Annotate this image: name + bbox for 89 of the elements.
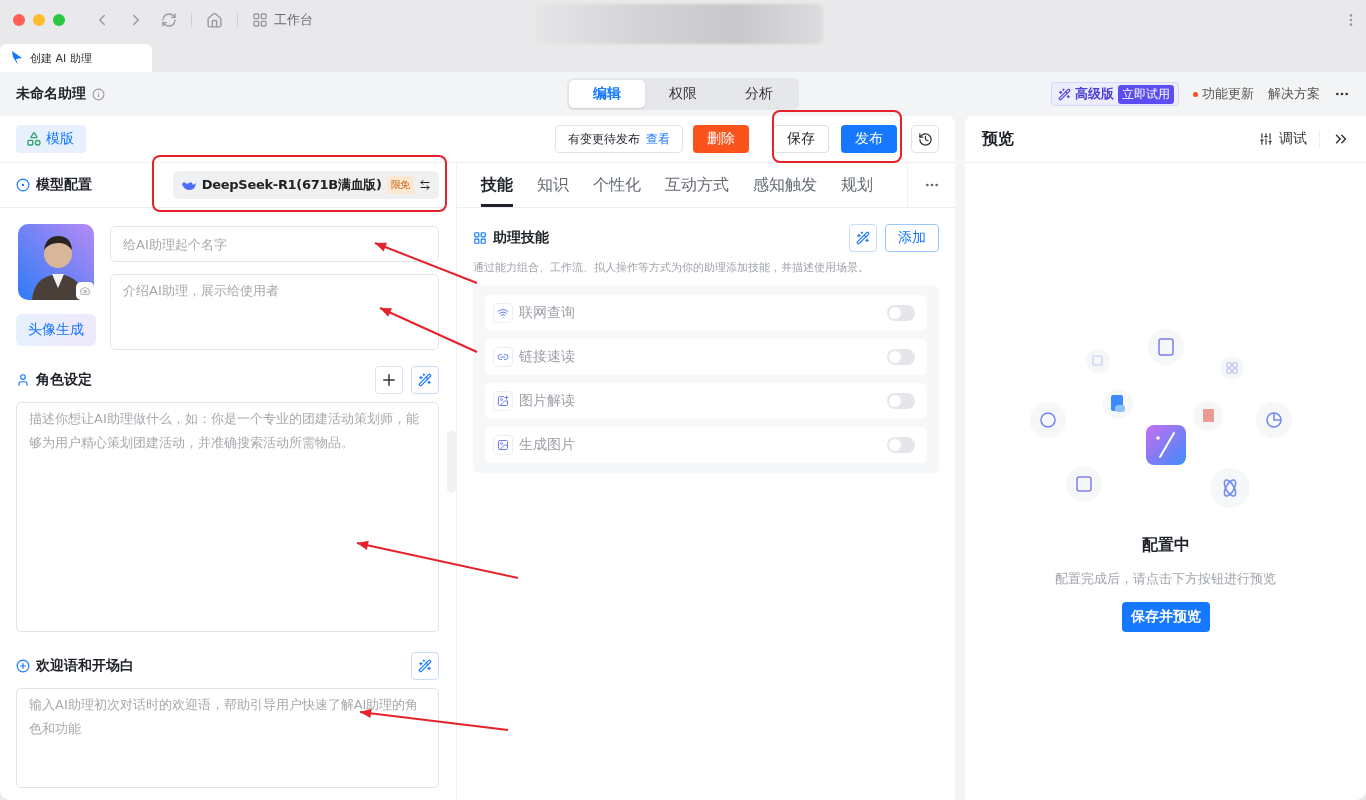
- tab-title: 创建 AI 助理: [30, 50, 92, 66]
- plus-icon: [380, 371, 398, 389]
- browser-tab[interactable]: 创建 AI 助理: [0, 44, 152, 72]
- skills-icon: [473, 231, 487, 245]
- link-icon: [493, 347, 513, 367]
- workbench-link[interactable]: 工作台: [274, 11, 313, 29]
- free-badge: 限免: [386, 176, 414, 194]
- history-icon: [917, 131, 933, 147]
- switch-icon: [419, 179, 431, 191]
- plus-circle-icon: [16, 659, 30, 673]
- view-link[interactable]: 查看: [646, 130, 670, 148]
- app-logo-icon: [12, 51, 22, 65]
- header-link[interactable]: 解决方案: [1268, 85, 1320, 103]
- skill-toggle[interactable]: [887, 437, 915, 453]
- assistant-title: 未命名助理: [16, 85, 86, 103]
- publish-button[interactable]: 发布: [841, 125, 897, 153]
- config-tab[interactable]: 感知触发: [753, 163, 817, 207]
- section-title: 模型配置: [36, 176, 92, 194]
- reload-icon[interactable]: [161, 12, 177, 28]
- mode-tab[interactable]: 编辑: [569, 80, 645, 108]
- trial-badge: 立即试用: [1118, 84, 1174, 104]
- skill-toggle[interactable]: [887, 305, 915, 321]
- status-title: 配置中: [1141, 535, 1190, 556]
- save-button[interactable]: 保存: [773, 125, 829, 153]
- upgrade-label: 高级版: [1075, 85, 1114, 103]
- wand-icon: [856, 231, 870, 245]
- config-tab[interactable]: 互动方式: [665, 163, 729, 207]
- zoom-window-button[interactable]: [53, 14, 65, 26]
- intro-field[interactable]: 介绍AI助理，展示给使用者: [110, 274, 439, 350]
- config-tab[interactable]: 规划: [841, 163, 873, 207]
- skill-toggle[interactable]: [887, 349, 915, 365]
- minimize-window-button[interactable]: [33, 14, 45, 26]
- info-icon[interactable]: [92, 87, 105, 101]
- section-title: 助理技能: [493, 229, 549, 247]
- checkbox-icon: [1085, 349, 1110, 373]
- apps-icon: [1219, 356, 1244, 380]
- skill-toggle[interactable]: [887, 393, 915, 409]
- home-icon[interactable]: [206, 11, 223, 29]
- mode-tab[interactable]: 权限: [645, 80, 721, 108]
- address-bar[interactable]: [535, 4, 823, 44]
- name-field[interactable]: 给AI助理起个名字: [110, 226, 439, 262]
- config-tab[interactable]: 个性化: [593, 163, 641, 207]
- config-tab[interactable]: 知识: [537, 163, 569, 207]
- atom-icon: [1209, 468, 1250, 508]
- notice-text: 有变更待发布: [568, 130, 640, 148]
- wifi-icon: [493, 303, 513, 323]
- debug-button[interactable]: 调试: [1259, 130, 1320, 148]
- template-button[interactable]: 模版: [16, 125, 86, 153]
- wand-icon: [418, 373, 432, 387]
- upgrade-button[interactable]: 高级版 立即试用: [1051, 82, 1179, 106]
- wand-icon: [1058, 87, 1071, 101]
- add-skill-button[interactable]: 添加: [885, 224, 939, 252]
- section-title: 角色设定: [36, 371, 92, 389]
- grid-icon[interactable]: [252, 12, 268, 28]
- history-button[interactable]: [911, 125, 939, 153]
- magic-wand-icon: [1145, 425, 1186, 465]
- pdf-icon: [1192, 401, 1223, 431]
- delete-button[interactable]: 删除: [693, 125, 749, 153]
- add-button[interactable]: [375, 366, 403, 394]
- ai-wand-button[interactable]: [849, 224, 877, 252]
- welcome-field[interactable]: 输入AI助理初次对话时的欢迎语，帮助引导用户快速了解AI助理的角色和功能: [16, 688, 439, 788]
- model-icon: [16, 178, 30, 192]
- ai-wand-button[interactable]: [411, 366, 439, 394]
- skill-name: 生成图片: [519, 436, 575, 454]
- skill-name: 图片解读: [519, 392, 575, 410]
- skill-name: 链接速读: [519, 348, 575, 366]
- sliders-icon: [1259, 132, 1273, 146]
- image-icon: [493, 435, 513, 455]
- file-icon: [1102, 389, 1133, 419]
- wand-icon: [418, 659, 432, 673]
- skills-description: 通过能力组合、工作流、拟人操作等方式为你的助理添加技能，并描述使用场景。: [473, 260, 870, 275]
- header-link[interactable]: 功能更新: [1193, 85, 1254, 103]
- save-preview-button[interactable]: 保存并预览: [1121, 602, 1210, 632]
- preview-title: 预览: [982, 128, 1014, 150]
- close-window-button[interactable]: [13, 14, 25, 26]
- model-selector[interactable]: DeepSeek-R1(671B满血版) 限免: [172, 171, 439, 199]
- shapes-icon: [26, 131, 42, 147]
- image-plus-icon: [493, 391, 513, 411]
- whale-icon: [180, 179, 197, 191]
- avatar-generate-button[interactable]: 头像生成: [16, 314, 96, 346]
- config-tab[interactable]: 技能: [481, 163, 513, 207]
- skill-name: 联网查询: [519, 304, 575, 322]
- pie-chart-icon: [1255, 402, 1292, 438]
- ai-wand-button[interactable]: [411, 652, 439, 680]
- user-icon: [16, 373, 30, 387]
- mode-tab[interactable]: 分析: [721, 80, 797, 108]
- template-label: 模版: [46, 130, 74, 148]
- section-title: 欢迎语和开场白: [36, 657, 134, 675]
- preview-hint: 配置完成后，请点击下方按钮进行预览: [1055, 570, 1276, 588]
